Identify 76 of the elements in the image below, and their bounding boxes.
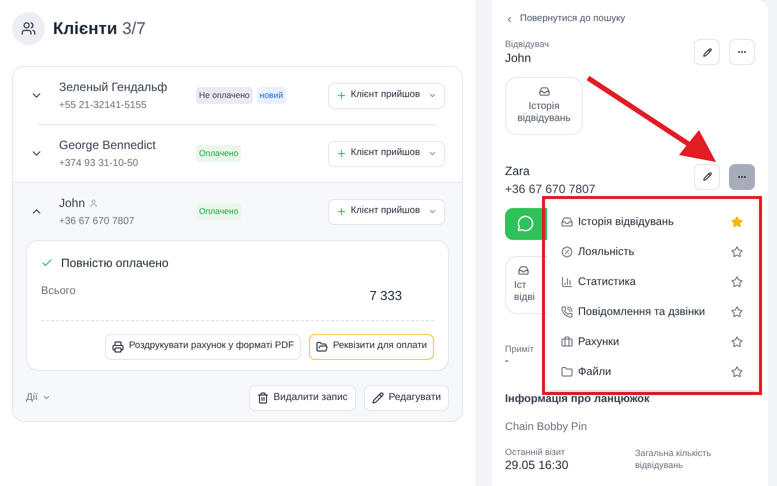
total-amount: 7 333 (369, 287, 402, 305)
inbox-icon (518, 264, 529, 276)
page-title: Клієнти 3/7 (53, 18, 146, 40)
users-icon (12, 12, 45, 45)
caret-icon (428, 207, 437, 216)
client-name: George Bennedict (59, 137, 156, 154)
caret-icon (428, 149, 437, 158)
plus-icon (336, 148, 347, 159)
pencil-icon (702, 172, 712, 181)
card-label: відвідувань (517, 113, 571, 126)
status-badge: новий (256, 87, 286, 104)
menu-item[interactable]: Файли (561, 357, 743, 387)
visit-history-card[interactable]: Історія відвідувань (505, 76, 583, 134)
chain-name: Chain Bobby Pin (505, 420, 588, 435)
client-arrived-button[interactable]: Клієнт прийшов (328, 198, 445, 224)
favorite-star-icon[interactable] (731, 306, 743, 318)
footer-action-button[interactable]: Редагувати (364, 384, 449, 410)
favorite-star-icon[interactable] (731, 366, 743, 378)
status-badge: Оплачено (196, 145, 242, 162)
bar-chart-icon (561, 276, 573, 288)
printer-icon (112, 340, 124, 352)
caret-icon (42, 393, 51, 402)
inbox-icon (561, 216, 573, 228)
notes-label: Приміт (505, 344, 534, 355)
payment-status: Повністю оплачено (61, 255, 169, 272)
pencil-icon (372, 392, 384, 404)
menu-item[interactable]: Рахунки (561, 327, 743, 357)
chat-bubble-icon (517, 215, 534, 232)
client-phone: +36 67 670 7807 (59, 215, 136, 229)
last-visit-label: Останній візит (505, 446, 566, 458)
total-visits-label: Загальна кількість відвідувань (635, 446, 712, 472)
payment-action-button[interactable]: Реквізити для оплати (308, 334, 434, 360)
back-chevron-icon (505, 14, 514, 24)
client-name: Зеленый Гендальф (59, 79, 168, 96)
notes-value: - (505, 354, 509, 368)
status-badge: Оплачено (196, 203, 242, 220)
client-arrived-button[interactable]: Клієнт прийшов (328, 140, 445, 166)
payment-action-button[interactable]: Роздрукувати рахунок у форматі PDF (105, 334, 301, 360)
card-label: відві (514, 292, 535, 304)
trash-icon (256, 392, 268, 404)
edit-button[interactable] (694, 164, 720, 190)
actions-dropdown[interactable]: Дії (26, 390, 51, 405)
total-label: Всього (41, 284, 76, 299)
edit-button[interactable] (694, 39, 720, 66)
menu-item[interactable]: Історія відвідувань (561, 207, 743, 237)
visitor-name: John (505, 50, 532, 66)
favorite-star-icon[interactable] (731, 336, 743, 348)
inbox-icon (538, 86, 550, 96)
pencil-icon (702, 48, 712, 57)
folder-icon (561, 366, 573, 378)
client-name: John (59, 195, 86, 212)
chain-title: Інформація про ланцюжок (505, 392, 651, 406)
card-label: Іст (514, 280, 526, 292)
percent-badge-icon (561, 246, 573, 258)
plus-icon (336, 206, 347, 217)
favorite-star-icon[interactable] (731, 246, 743, 258)
check-icon (41, 257, 53, 269)
status-badge: Не оплачено (196, 87, 253, 104)
last-visit-value: 29.05 16:30 (505, 458, 570, 473)
folder-icon (316, 340, 328, 352)
client-phone: +55 21-32141-5155 (59, 99, 148, 113)
back-link[interactable]: Повернутися до пошуку (505, 12, 626, 26)
contact-name: Zara (505, 164, 531, 178)
client-arrived-button[interactable]: Клієнт прийшов (328, 82, 445, 108)
caret-icon (428, 91, 437, 100)
card-label: Історія (528, 100, 560, 113)
contact-phone: +36 67 670 7807 (505, 182, 596, 196)
plus-icon (336, 90, 347, 101)
visitor-label: Відвідувач (505, 39, 549, 50)
client-phone: +374 93 31-10-50 (59, 157, 140, 171)
favorite-star-icon[interactable] (731, 216, 743, 228)
briefcase-icon (561, 336, 573, 348)
favorite-star-icon[interactable] (731, 276, 743, 288)
phone-icon (561, 306, 573, 318)
person-icon (89, 198, 98, 208)
footer-action-button[interactable]: Видалити запис (248, 384, 356, 410)
